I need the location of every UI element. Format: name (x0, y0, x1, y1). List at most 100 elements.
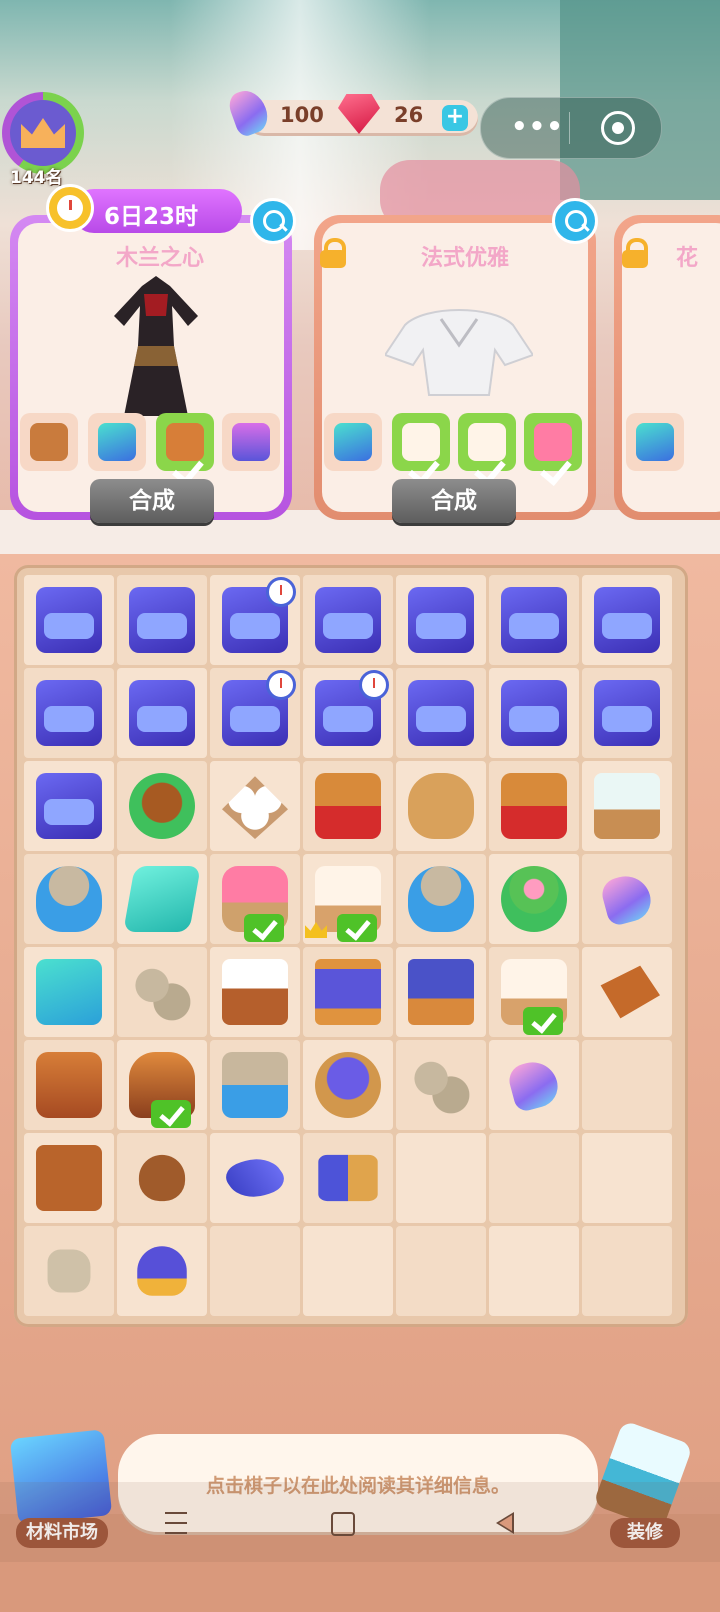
material-sewing-machine[interactable] (222, 413, 280, 471)
board-cell[interactable] (582, 947, 672, 1037)
board-cell[interactable] (303, 1040, 393, 1130)
add-gems-button[interactable]: + (442, 105, 468, 131)
feather-item[interactable] (505, 1056, 563, 1114)
board-cell[interactable] (396, 668, 486, 758)
thread-item[interactable] (217, 1153, 293, 1203)
loom-item[interactable] (315, 959, 381, 1025)
board-cell[interactable] (24, 575, 114, 665)
board-cell[interactable] (303, 761, 393, 851)
board-cell[interactable] (210, 761, 300, 851)
seed-item[interactable] (138, 1154, 186, 1202)
sewing-kit-item[interactable] (36, 587, 102, 653)
spool-stand-item[interactable] (408, 959, 474, 1025)
board-cell[interactable] (117, 575, 207, 665)
board-cell[interactable] (396, 761, 486, 851)
cloth-pile-item[interactable] (36, 959, 102, 1025)
board-cell[interactable] (24, 1133, 114, 1223)
board-cell[interactable] (210, 854, 300, 944)
board-cell[interactable] (489, 854, 579, 944)
logs-cart-item[interactable] (315, 773, 381, 839)
board-cell[interactable] (24, 761, 114, 851)
material-towel-done[interactable] (392, 413, 450, 471)
board-cell[interactable] (582, 1133, 672, 1223)
board-cell[interactable] (210, 1133, 300, 1223)
sprout-box-item[interactable] (594, 773, 660, 839)
board-cell[interactable] (210, 575, 300, 665)
board-cell[interactable] (489, 947, 579, 1037)
sewing-kit-item[interactable] (36, 680, 102, 746)
board-cell[interactable] (489, 1133, 579, 1223)
seed-pot-item[interactable] (129, 773, 195, 839)
sewing-kit-item[interactable] (129, 587, 195, 653)
sack-item[interactable] (408, 773, 474, 839)
board-cell[interactable] (303, 947, 393, 1037)
cotton-item[interactable] (222, 776, 288, 839)
material-cloth[interactable] (88, 413, 146, 471)
menu-icon[interactable] (165, 1512, 187, 1534)
log-pile-item[interactable] (36, 1052, 102, 1118)
board-cell[interactable] (117, 1133, 207, 1223)
spools-item[interactable] (318, 1154, 378, 1202)
board-cell[interactable] (117, 761, 207, 851)
board-cell[interactable] (396, 1133, 486, 1223)
board-cell[interactable] (582, 1226, 672, 1316)
search-icon[interactable] (250, 198, 296, 244)
board-cell[interactable] (210, 668, 300, 758)
board-cell[interactable] (24, 1040, 114, 1130)
material-bag[interactable] (20, 413, 78, 471)
material-towels-done[interactable] (458, 413, 516, 471)
board-cell[interactable] (582, 854, 672, 944)
sewing-kit-item[interactable] (594, 587, 660, 653)
board-cell[interactable] (210, 1040, 300, 1130)
sewing-kit-item[interactable] (36, 773, 102, 839)
board-cell[interactable] (582, 668, 672, 758)
stone-cart-item[interactable] (222, 1052, 288, 1118)
board-cell[interactable] (489, 1040, 579, 1130)
sewing-kit-item[interactable] (501, 587, 567, 653)
board-cell[interactable] (582, 1040, 672, 1130)
sewing-kit-item[interactable] (315, 587, 381, 653)
material-cloth[interactable] (324, 413, 382, 471)
board-cell[interactable] (396, 575, 486, 665)
board-cell[interactable] (24, 947, 114, 1037)
board-cell[interactable] (117, 1040, 207, 1130)
material-machine-done[interactable] (524, 413, 582, 471)
stones-item[interactable] (408, 1052, 474, 1118)
cotton-crate-item[interactable] (222, 959, 288, 1025)
board-cell[interactable] (489, 761, 579, 851)
sewing-kit-item[interactable] (408, 587, 474, 653)
player-avatar[interactable] (2, 92, 84, 174)
synthesize-button[interactable]: 合成 (392, 479, 516, 523)
board-cell[interactable] (117, 854, 207, 944)
board-cell[interactable] (303, 1133, 393, 1223)
feather-item[interactable] (598, 870, 656, 928)
leather-sheet-item[interactable] (36, 1145, 102, 1211)
board-cell[interactable] (396, 854, 486, 944)
pincushion-item[interactable] (137, 1246, 187, 1296)
yarn-basket-item[interactable] (315, 1052, 381, 1118)
rock-bucket-item[interactable] (408, 866, 474, 932)
sewing-kit-item[interactable] (501, 680, 567, 746)
flower-pot-item[interactable] (501, 866, 567, 932)
board-cell[interactable] (489, 1226, 579, 1316)
board-cell[interactable] (396, 947, 486, 1037)
board-cell[interactable] (117, 668, 207, 758)
board-cell[interactable] (582, 575, 672, 665)
board-cell[interactable] (582, 761, 672, 851)
rock-bucket-item[interactable] (36, 866, 102, 932)
close-miniprogram-icon[interactable] (601, 111, 635, 145)
board-cell[interactable] (489, 575, 579, 665)
more-options-icon[interactable]: ••• (511, 112, 564, 142)
leather-item[interactable] (600, 965, 660, 1019)
board-cell[interactable] (210, 947, 300, 1037)
board-cell[interactable] (117, 947, 207, 1037)
sewing-kit-item[interactable] (408, 680, 474, 746)
sewing-kit-item[interactable] (129, 680, 195, 746)
home-icon[interactable] (331, 1512, 355, 1536)
board-cell[interactable] (24, 854, 114, 944)
synthesize-button[interactable]: 合成 (90, 479, 214, 523)
material-logs-done[interactable] (156, 413, 214, 471)
logs-cart-item[interactable] (501, 773, 567, 839)
back-icon[interactable] (496, 1512, 514, 1534)
board-cell[interactable] (396, 1226, 486, 1316)
